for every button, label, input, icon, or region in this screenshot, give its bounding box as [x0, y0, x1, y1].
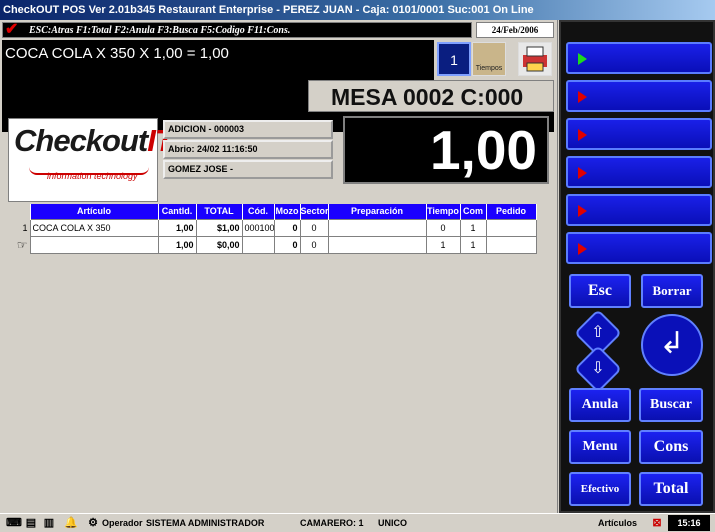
anula-button[interactable]: Anula [569, 388, 631, 422]
down-arrow-button[interactable]: ⇩ [573, 344, 623, 394]
hotkey-bar: ✔ ESC:Atras F1:Total F2:Anula F3:Busca F… [2, 21, 472, 38]
cell-total[interactable]: $1,00 [195, 218, 243, 237]
efectivo-button[interactable]: Efectivo [569, 472, 631, 506]
hotkey-text: ESC:Atras F1:Total F2:Anula F3:Busca F5:… [29, 25, 291, 36]
cell-com[interactable]: 1 [459, 235, 487, 254]
cell-cantidad[interactable]: 1,00 [157, 235, 197, 254]
operator-icon: ⚙ [88, 517, 98, 529]
cart-icon[interactable]: ⊠ [650, 516, 664, 530]
camarero-label: CAMARERO: 1 [300, 518, 364, 528]
register-icon[interactable]: ▥ [42, 516, 56, 530]
left-panel: ✔ ESC:Atras F1:Total F2:Anula F3:Busca F… [0, 20, 558, 513]
order-grid: Artículo Cantld. TOTAL Cód. Mozo Sector … [8, 204, 537, 254]
cell-articulo[interactable] [29, 235, 159, 254]
col-pedido[interactable]: Pedido [486, 204, 537, 219]
cell-codigo[interactable] [241, 235, 275, 254]
col-codigo[interactable]: Cód. [242, 204, 275, 219]
cell-cantidad[interactable]: 1,00 [157, 218, 197, 237]
borrar-button[interactable]: Borrar [641, 274, 703, 308]
cell-pedido[interactable] [485, 235, 537, 254]
display-line: COCA COLA X 350 X 1,00 = 1,00 [5, 45, 229, 62]
cell-articulo[interactable]: COCA COLA X 350 [29, 218, 159, 237]
buscar-button[interactable]: Buscar [639, 388, 703, 422]
logo-text: CheckoutIT [14, 123, 174, 158]
cons-button[interactable]: Cons [639, 430, 703, 464]
total-display: 1,00 [343, 116, 549, 184]
cell-tiempo[interactable]: 0 [425, 218, 461, 237]
arrow-up-icon: ⇧ [591, 324, 605, 341]
cell-tiempo[interactable]: 1 [425, 235, 461, 254]
logo: CheckoutIT information technology [8, 118, 174, 202]
arrow-down-icon: ⇩ [591, 360, 605, 377]
operador-label: Operador [102, 518, 143, 528]
function-button-4[interactable] [566, 156, 712, 188]
enter-button[interactable]: ↲ [641, 314, 703, 376]
pos-window: CheckOUT POS Ver 2.01b345 Restaurant Ent… [0, 0, 715, 531]
function-button-3[interactable] [566, 118, 712, 150]
col-cantidad[interactable]: Cantld. [158, 204, 197, 219]
articulos-label: Artículos [598, 518, 638, 528]
status-bar: ⌨ ▤ ▥ 🔔 ⚙ Operador SISTEMA ADMINISTRADOR… [0, 513, 715, 531]
row-pointer: ☞ [8, 236, 30, 253]
esc-button[interactable]: Esc [569, 274, 631, 308]
clock: 15:16 [668, 515, 710, 531]
printer-small-icon[interactable]: ▤ [24, 516, 38, 530]
total-button[interactable]: Total [639, 472, 703, 506]
col-total[interactable]: TOTAL [196, 204, 243, 219]
printer-icon [523, 46, 547, 72]
col-tiempo[interactable]: Tiempo [426, 204, 461, 219]
counter-button[interactable]: 1 [437, 42, 471, 76]
function-button-6[interactable] [566, 232, 712, 264]
unico-label: UNICO [378, 518, 407, 528]
col-articulo[interactable]: Artículo [30, 204, 159, 219]
right-panel: Esc Borrar ⇧ ⇩ ↲ Anula Buscar Menu Cons … [559, 20, 715, 513]
row-number: 1 [8, 219, 30, 236]
col-com[interactable]: Com [460, 204, 487, 219]
logo-tagline: information technology [47, 171, 138, 181]
function-button-1[interactable] [566, 42, 712, 74]
operador-value: SISTEMA ADMINISTRADOR [146, 518, 265, 528]
enter-icon: ↲ [659, 327, 685, 360]
table-row[interactable]: 1 COCA COLA X 350 1,00 $1,00 000100 0 0 … [8, 218, 537, 237]
tiempos-button[interactable]: Tiempos [472, 42, 506, 76]
date-display: 24/Feb/2006 [476, 22, 554, 38]
function-button-5[interactable] [566, 194, 712, 226]
table-row[interactable]: ☞ 1,00 $0,00 0 0 1 1 [8, 235, 537, 254]
play-icon [578, 91, 587, 103]
play-icon [578, 243, 587, 255]
cell-preparacion[interactable] [327, 218, 427, 237]
pointing-hand-icon: ☞ [16, 237, 28, 252]
play-icon [578, 53, 587, 65]
play-icon [578, 205, 587, 217]
cell-total[interactable]: $0,00 [195, 235, 243, 254]
grid-header: Artículo Cantld. TOTAL Cód. Mozo Sector … [8, 204, 537, 219]
play-icon [578, 167, 587, 179]
cell-sector[interactable]: 0 [299, 235, 329, 254]
cell-codigo[interactable]: 000100 [241, 218, 275, 237]
cell-com[interactable]: 1 [459, 218, 487, 237]
table-label: MESA 0002 C:000 [308, 80, 554, 112]
tiempos-label: Tiempos [475, 65, 503, 72]
cell-preparacion[interactable] [327, 235, 427, 254]
col-sector[interactable]: Sector [300, 204, 329, 219]
cell-pedido[interactable] [485, 218, 537, 237]
check-icon: ✔ [5, 21, 19, 38]
abrio-field: Abrio: 24/02 11:16:50 [163, 140, 333, 159]
menu-button[interactable]: Menu [569, 430, 631, 464]
bell-icon[interactable]: 🔔 [64, 516, 78, 530]
adicion-field: ADICION - 000003 [163, 120, 333, 139]
cell-mozo[interactable]: 0 [273, 218, 301, 237]
play-icon [578, 129, 587, 141]
waiter-field: GOMEZ JOSE - [163, 160, 333, 179]
col-mozo[interactable]: Mozo [274, 204, 301, 219]
window-title: CheckOUT POS Ver 2.01b345 Restaurant Ent… [0, 0, 715, 20]
col-preparacion[interactable]: Preparación [328, 204, 427, 219]
function-button-2[interactable] [566, 80, 712, 112]
keyboard-icon[interactable]: ⌨ [6, 516, 22, 530]
cell-mozo[interactable]: 0 [273, 235, 301, 254]
print-button[interactable] [518, 42, 552, 76]
cell-sector[interactable]: 0 [299, 218, 329, 237]
